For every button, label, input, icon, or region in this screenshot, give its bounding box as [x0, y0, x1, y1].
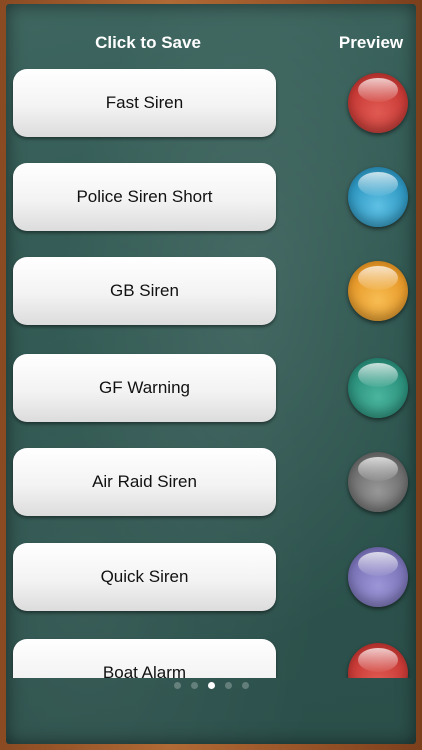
sound-row: Fast Siren [6, 69, 416, 137]
save-boat-alarm-button[interactable]: Boat Alarm [13, 639, 276, 678]
chalkboard-background: Click to Save Preview Fast Siren Police … [6, 4, 416, 744]
save-gf-warning-button[interactable]: GF Warning [13, 354, 276, 422]
save-fast-siren-button[interactable]: Fast Siren [13, 69, 276, 137]
page-dot-active[interactable] [207, 682, 215, 689]
page-control[interactable] [6, 682, 416, 692]
preview-orange-orb-icon[interactable] [348, 261, 408, 321]
preview-gray-orb-icon[interactable] [348, 452, 408, 512]
preview-blue-orb-icon[interactable] [348, 167, 408, 227]
sound-row: Air Raid Siren [6, 448, 416, 516]
page-dot[interactable] [241, 682, 249, 689]
sound-row: GB Siren [6, 257, 416, 325]
sound-list[interactable]: Fast Siren Police Siren Short GB Siren G… [6, 64, 416, 678]
sound-row: Police Siren Short [6, 163, 416, 231]
page-dot[interactable] [190, 682, 198, 689]
sound-row: GF Warning [6, 354, 416, 422]
click-to-save-header: Click to Save [95, 33, 201, 52]
save-gb-siren-button[interactable]: GB Siren [13, 257, 276, 325]
sound-row: Boat Alarm [6, 639, 416, 678]
preview-header: Preview [338, 33, 404, 52]
preview-teal-orb-icon[interactable] [348, 358, 408, 418]
sound-row: Quick Siren [6, 543, 416, 611]
wood-frame: Click to Save Preview Fast Siren Police … [0, 0, 422, 750]
save-police-siren-short-button[interactable]: Police Siren Short [13, 163, 276, 231]
save-quick-siren-button[interactable]: Quick Siren [13, 543, 276, 611]
preview-purple-orb-icon[interactable] [348, 547, 408, 607]
save-air-raid-siren-button[interactable]: Air Raid Siren [13, 448, 276, 516]
preview-red-orb-icon[interactable] [348, 73, 408, 133]
page-dot[interactable] [224, 682, 232, 689]
page-dot[interactable] [173, 682, 181, 689]
preview-red-orb-icon[interactable] [348, 643, 408, 678]
